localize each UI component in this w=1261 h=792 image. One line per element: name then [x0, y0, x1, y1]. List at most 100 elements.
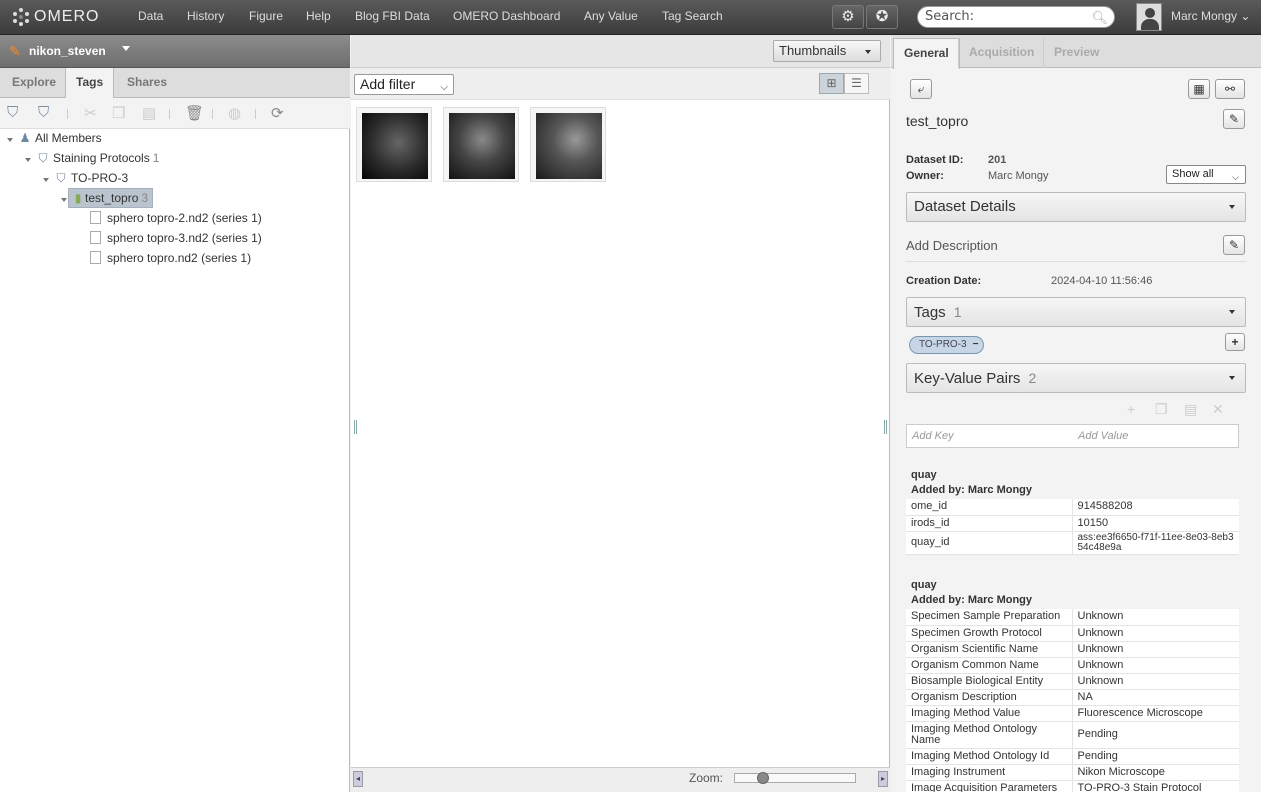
tagset-icon: ⛉: [38, 151, 48, 165]
avatar[interactable]: [1136, 3, 1162, 31]
copy-icon[interactable]: ❐: [112, 104, 125, 122]
delete-kv-icon[interactable]: ✕: [1212, 401, 1224, 418]
nav-help[interactable]: Help: [306, 9, 331, 23]
thumbnail-image: [536, 113, 602, 179]
tree-node-all-members[interactable]: ♟ All Members: [17, 129, 102, 147]
tree-toggle[interactable]: [61, 198, 67, 202]
dataset-details-section[interactable]: Dataset Details: [906, 192, 1246, 222]
grid-layout-button[interactable]: ▦: [1188, 79, 1210, 99]
copy-icon[interactable]: ❐: [1155, 401, 1168, 418]
search-placeholder: Search:: [925, 9, 975, 24]
top-navbar: OMERO Data History Figure Help Blog FBI …: [0, 0, 1261, 35]
creation-date-value: 2024-04-10 11:56:46: [1051, 275, 1153, 287]
kv-group-name: quay: [911, 469, 937, 481]
share-globe-icon[interactable]: ◍: [228, 104, 241, 122]
thumbnail[interactable]: [356, 107, 432, 182]
tree-node-image[interactable]: sphero topro.nd2 (series 1): [90, 249, 251, 267]
key-value-pairs-section[interactable]: Key-Value Pairs 2: [906, 363, 1246, 393]
edit-title-button[interactable]: ✎: [1223, 109, 1245, 129]
remove-tag-icon[interactable]: −: [973, 339, 979, 350]
collapse-right-icon[interactable]: ▸: [878, 771, 888, 787]
tree-toggle[interactable]: [7, 138, 13, 142]
paste-icon[interactable]: ▤: [142, 104, 156, 122]
nav-any-value[interactable]: Any Value: [584, 9, 638, 23]
new-tagset-icon[interactable]: ⛉: [7, 104, 18, 121]
table-row: Image Acquisition Parameters TO-PRO-3 Sta…: [906, 780, 1239, 792]
add-kv-icon[interactable]: +: [1127, 401, 1135, 417]
activities-icon[interactable]: ✪: [866, 5, 898, 29]
add-value-input[interactable]: Add Value: [1078, 430, 1128, 442]
tab-tags[interactable]: Tags: [65, 68, 115, 99]
scripts-gear-icon[interactable]: ⚙: [832, 5, 864, 29]
tree-node-image[interactable]: sphero topro-3.nd2 (series 1): [90, 229, 262, 247]
tab-shares[interactable]: Shares: [117, 68, 177, 98]
table-row: Imaging Method Ontology Name Pending: [906, 721, 1239, 749]
left-panel: ✎ nikon_steven Explore Tags Shares ⛉ ⛉ ✂…: [0, 35, 350, 792]
search-input[interactable]: Search: 🔍︎: [917, 6, 1115, 28]
list-icon: ☰: [851, 76, 862, 90]
new-tag-icon[interactable]: ⛉: [38, 104, 49, 121]
section-title: Key-Value Pairs: [914, 370, 1021, 387]
paste-icon[interactable]: ▤: [1184, 401, 1197, 418]
left-splitter-handle[interactable]: [354, 420, 357, 434]
add-key-input[interactable]: Add Key: [912, 430, 954, 442]
tab-explore[interactable]: Explore: [2, 68, 66, 98]
nav-tag-search[interactable]: Tag Search: [662, 9, 723, 23]
tag-icon: ⛉: [56, 171, 66, 185]
view-mode-select[interactable]: Thumbnails: [773, 40, 881, 62]
image-file-icon: [90, 251, 101, 264]
tab-acquisition[interactable]: Acquisition: [958, 38, 1044, 68]
tree-toggle[interactable]: [43, 178, 49, 182]
nav-data[interactable]: Data: [138, 9, 163, 23]
tags-section[interactable]: Tags 1: [906, 297, 1246, 327]
nav-blog-fbi-data[interactable]: Blog FBI Data: [355, 9, 430, 23]
grid-icon: ▦: [1193, 82, 1205, 96]
refresh-icon[interactable]: ⟳: [271, 104, 284, 122]
right-splitter-handle[interactable]: [884, 420, 887, 434]
user-menu[interactable]: Marc Mongy ⌄: [1171, 9, 1250, 23]
add-filter-label: Add filter: [360, 76, 416, 92]
chevron-down-icon: [1229, 310, 1235, 314]
thumbnail[interactable]: [443, 107, 519, 182]
link-button[interactable]: ⚯: [1215, 79, 1245, 99]
show-all-select[interactable]: Show all ⌵: [1166, 165, 1246, 184]
nav-history[interactable]: History: [187, 9, 224, 23]
add-filter-select[interactable]: Add filter ⌵: [354, 74, 454, 95]
center-header: Thumbnails: [351, 35, 890, 68]
group-selector[interactable]: ✎ nikon_steven: [0, 35, 350, 68]
omero-logo[interactable]: OMERO: [11, 7, 99, 27]
thumbnail[interactable]: [530, 107, 606, 182]
kv-count: 2: [1028, 370, 1037, 386]
pencil-icon: ✎: [1228, 112, 1240, 126]
link-icon: ⚯: [1224, 82, 1236, 96]
zoom-slider[interactable]: [734, 772, 856, 784]
tree-node-dataset[interactable]: ▮ test_topro 3: [68, 188, 154, 208]
add-tag-button[interactable]: +: [1225, 333, 1245, 351]
kv-table: ome_id 914588208 irods_id 10150 quay_id ass…: [906, 499, 1239, 555]
tag-pill[interactable]: TO-PRO-3−: [909, 336, 985, 354]
cut-icon[interactable]: ✂: [84, 104, 97, 122]
collapse-left-icon[interactable]: ◂: [353, 771, 363, 787]
tree-node-tagset[interactable]: ⛉ Staining Protocols 1: [35, 149, 159, 167]
tab-preview[interactable]: Preview: [1043, 38, 1109, 68]
tree-node-tag[interactable]: ⛉ TO-PRO-3: [53, 169, 128, 187]
image-file-icon: [90, 231, 101, 244]
owner-label: Owner:: [906, 170, 944, 182]
open-viewer-button[interactable]: ⤶: [910, 79, 932, 99]
chevron-down-icon: [1229, 205, 1235, 209]
thumbnail-image: [362, 113, 428, 179]
edit-description-button[interactable]: ✎: [1223, 235, 1245, 255]
tab-general[interactable]: General: [893, 38, 960, 69]
tree-node-image[interactable]: sphero topro-2.nd2 (series 1): [90, 209, 262, 227]
table-row: Organism Common Name Unknown: [906, 657, 1239, 674]
dataset-title: test_topro: [906, 113, 969, 129]
tree-toggle[interactable]: [25, 158, 31, 162]
nav-omero-dashboard[interactable]: OMERO Dashboard: [453, 9, 560, 23]
zoom-slider-handle[interactable]: [757, 772, 769, 784]
filter-bar: Add filter ⌵ ⊞ ☰: [351, 68, 890, 100]
grid-view-button[interactable]: ⊞: [819, 73, 844, 94]
delete-icon[interactable]: 🗑︎: [185, 104, 204, 122]
list-view-button[interactable]: ☰: [844, 73, 869, 94]
table-row: Organism Description NA: [906, 689, 1239, 706]
nav-figure[interactable]: Figure: [249, 9, 283, 23]
